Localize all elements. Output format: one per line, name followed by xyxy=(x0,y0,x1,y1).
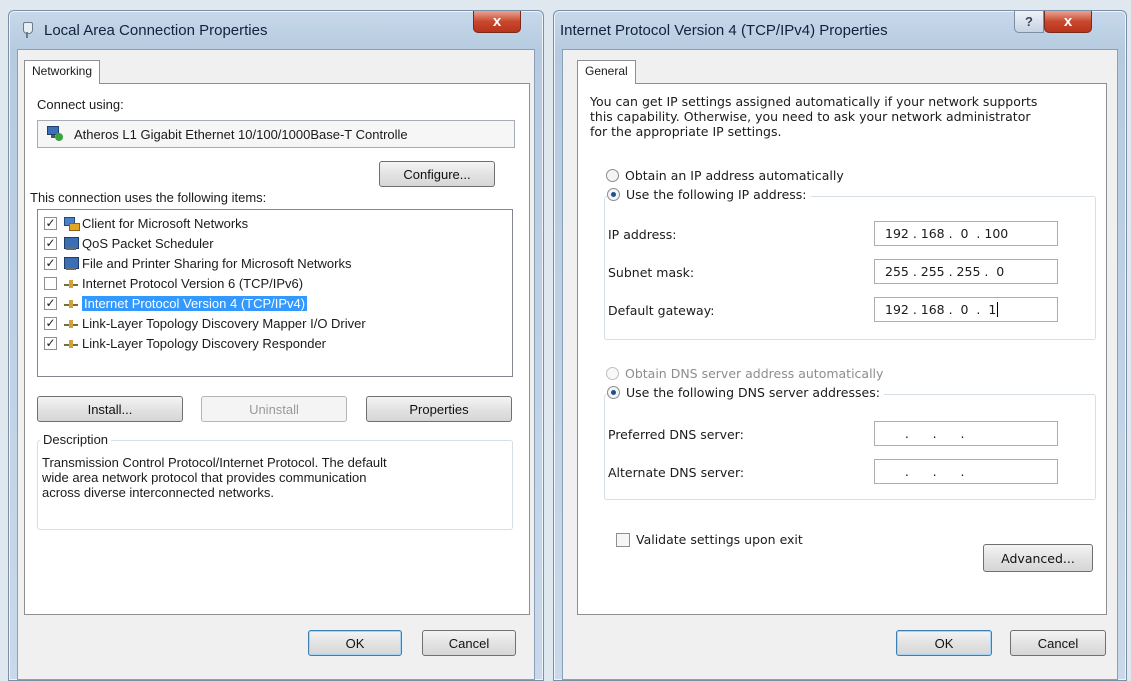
install-button[interactable]: Install... xyxy=(37,396,183,422)
list-item[interactable]: ✓ File and Printer Sharing for Microsoft… xyxy=(44,254,351,273)
obtain-dns-auto-label: Obtain DNS server address automatically xyxy=(625,366,884,381)
description-groupbox: Description Transmission Control Protoco… xyxy=(37,432,513,530)
item-label: Internet Protocol Version 6 (TCP/IPv6) xyxy=(82,276,304,291)
item-label: QoS Packet Scheduler xyxy=(82,236,214,251)
default-gateway-label: Default gateway: xyxy=(608,303,715,318)
use-following-ip-label: Use the following IP address: xyxy=(626,187,807,202)
client-icon xyxy=(63,216,80,231)
right-ok-button[interactable]: OK xyxy=(896,630,992,656)
alternate-dns-label: Alternate DNS server: xyxy=(608,465,745,480)
use-following-ip-radio[interactable]: Use the following IP address: xyxy=(607,187,811,202)
radio-button-selected[interactable] xyxy=(607,386,620,399)
item-checkbox[interactable]: ✓ xyxy=(44,317,57,330)
obtain-ip-auto-radio[interactable]: Obtain an IP address automatically xyxy=(606,168,844,183)
alternate-dns-field[interactable]: . . . xyxy=(874,459,1058,484)
list-item[interactable]: Internet Protocol Version 6 (TCP/IPv6) xyxy=(44,274,303,293)
subnet-mask-label: Subnet mask: xyxy=(608,265,695,280)
item-checkbox[interactable]: ✓ xyxy=(44,337,57,350)
item-label: Client for Microsoft Networks xyxy=(82,216,249,231)
list-item[interactable]: ✓ QoS Packet Scheduler xyxy=(44,234,214,253)
use-following-dns-label: Use the following DNS server addresses: xyxy=(626,385,880,400)
item-checkbox[interactable] xyxy=(44,277,57,290)
radio-button-selected[interactable] xyxy=(607,188,620,201)
preferred-dns-label: Preferred DNS server: xyxy=(608,427,744,442)
obtain-dns-auto-radio[interactable]: Obtain DNS server address automatically xyxy=(606,366,883,381)
left-ok-button[interactable]: OK xyxy=(308,630,402,656)
tab-networking[interactable]: Networking xyxy=(24,60,101,84)
configure-button[interactable]: Configure... xyxy=(379,161,495,187)
networking-tab-panel: Connect using: Atheros L1 Gigabit Ethern… xyxy=(24,83,530,615)
right-client-area: General You can get IP settings assigned… xyxy=(562,49,1118,680)
intro-text: You can get IP settings assigned automat… xyxy=(590,94,1038,139)
advanced-button[interactable]: Advanced... xyxy=(983,544,1093,572)
subnet-mask-field[interactable]: 255 . 255 . 255 . 0 xyxy=(874,259,1058,284)
preferred-dns-field[interactable]: . . . xyxy=(874,421,1058,446)
network-connection-icon xyxy=(19,21,35,39)
connection-items-list[interactable]: ✓ Client for Microsoft Networks ✓ QoS Pa… xyxy=(37,209,513,377)
item-label: File and Printer Sharing for Microsoft N… xyxy=(82,256,352,271)
item-checkbox[interactable]: ✓ xyxy=(44,257,57,270)
uninstall-button[interactable]: Uninstall xyxy=(201,396,347,422)
ip-address-field[interactable]: 192 . 168 . 0 . 100 xyxy=(874,221,1058,246)
radio-button[interactable] xyxy=(606,169,619,182)
connect-using-label: Connect using: xyxy=(37,97,124,112)
validate-settings-label: Validate settings upon exit xyxy=(636,532,803,547)
item-label: Link-Layer Topology Discovery Mapper I/O… xyxy=(82,316,366,331)
obtain-ip-auto-label: Obtain an IP address automatically xyxy=(625,168,844,183)
static-ip-groupbox: Use the following IP address: IP address… xyxy=(604,187,1096,340)
right-window-title: Internet Protocol Version 4 (TCP/IPv4) P… xyxy=(560,21,888,39)
right-close-button[interactable]: x xyxy=(1044,11,1092,33)
description-text: Transmission Control Protocol/Internet P… xyxy=(42,455,387,500)
item-checkbox[interactable]: ✓ xyxy=(44,217,57,230)
protocol-icon xyxy=(63,277,79,291)
help-button[interactable]: ? xyxy=(1014,11,1044,33)
list-item[interactable]: ✓ Internet Protocol Version 4 (TCP/IPv4) xyxy=(44,294,308,313)
general-tab-panel: You can get IP settings assigned automat… xyxy=(577,83,1107,615)
protocol-icon xyxy=(63,317,79,331)
adapter-field: Atheros L1 Gigabit Ethernet 10/100/1000B… xyxy=(37,120,515,148)
item-checkbox[interactable]: ✓ xyxy=(44,237,57,250)
network-adapter-icon xyxy=(46,125,64,143)
qos-icon xyxy=(63,256,79,271)
list-item[interactable]: ✓ Link-Layer Topology Discovery Responde… xyxy=(44,334,326,353)
list-item[interactable]: ✓ Link-Layer Topology Discovery Mapper I… xyxy=(44,314,366,333)
protocol-icon xyxy=(63,297,79,311)
items-label: This connection uses the following items… xyxy=(30,190,267,205)
adapter-name: Atheros L1 Gigabit Ethernet 10/100/1000B… xyxy=(74,126,408,142)
ip-address-label: IP address: xyxy=(608,227,677,242)
item-label-selected: Internet Protocol Version 4 (TCP/IPv4) xyxy=(82,296,308,311)
left-window-title: Local Area Connection Properties xyxy=(44,21,268,39)
left-close-button[interactable]: x xyxy=(473,11,521,33)
validate-settings-checkbox[interactable]: Validate settings upon exit xyxy=(616,532,803,547)
qos-icon xyxy=(63,236,79,251)
local-area-connection-properties-window: Local Area Connection Properties x Netwo… xyxy=(8,10,544,681)
text-caret xyxy=(997,302,999,317)
default-gateway-value: 192 . 168 . 0 . 1 xyxy=(885,302,997,317)
static-dns-groupbox: Use the following DNS server addresses: … xyxy=(604,385,1096,500)
item-label: Link-Layer Topology Discovery Responder xyxy=(82,336,326,351)
left-cancel-button[interactable]: Cancel xyxy=(422,630,516,656)
item-checkbox[interactable]: ✓ xyxy=(44,297,57,310)
left-client-area: Networking Connect using: Atheros L1 Gig… xyxy=(17,49,535,680)
radio-button-disabled[interactable] xyxy=(606,367,619,380)
list-item[interactable]: ✓ Client for Microsoft Networks xyxy=(44,214,248,233)
checkbox[interactable] xyxy=(616,532,630,547)
properties-button[interactable]: Properties xyxy=(366,396,512,422)
tab-general[interactable]: General xyxy=(577,60,636,84)
use-following-dns-radio[interactable]: Use the following DNS server addresses: xyxy=(607,385,884,400)
right-cancel-button[interactable]: Cancel xyxy=(1010,630,1106,656)
protocol-icon xyxy=(63,337,79,351)
ipv4-properties-window: Internet Protocol Version 4 (TCP/IPv4) P… xyxy=(553,10,1127,681)
description-title: Description xyxy=(40,432,112,447)
default-gateway-field[interactable]: 192 . 168 . 0 . 1 xyxy=(874,297,1058,322)
left-titlebar[interactable]: Local Area Connection Properties xyxy=(9,11,543,49)
